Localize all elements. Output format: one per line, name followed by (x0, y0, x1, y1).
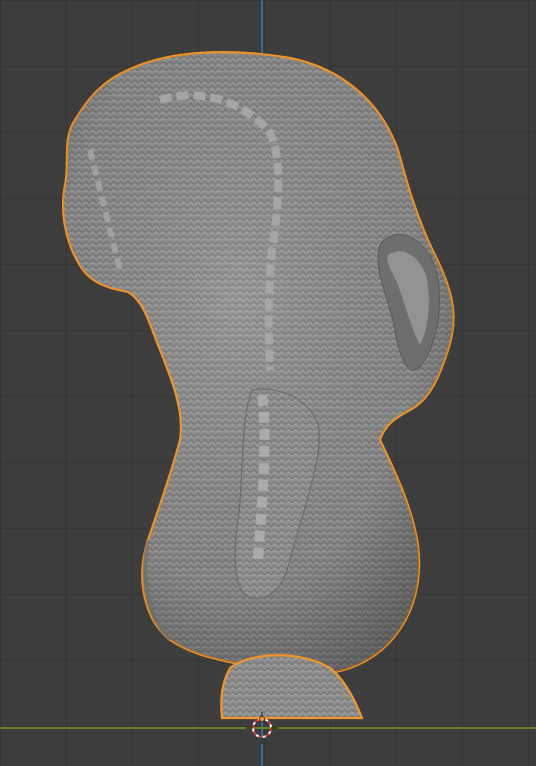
object-origin-icon (259, 716, 265, 722)
viewport-canvas (62, 51, 455, 744)
sculpt-mesh[interactable] (62, 51, 455, 677)
3d-viewport[interactable] (0, 0, 536, 766)
